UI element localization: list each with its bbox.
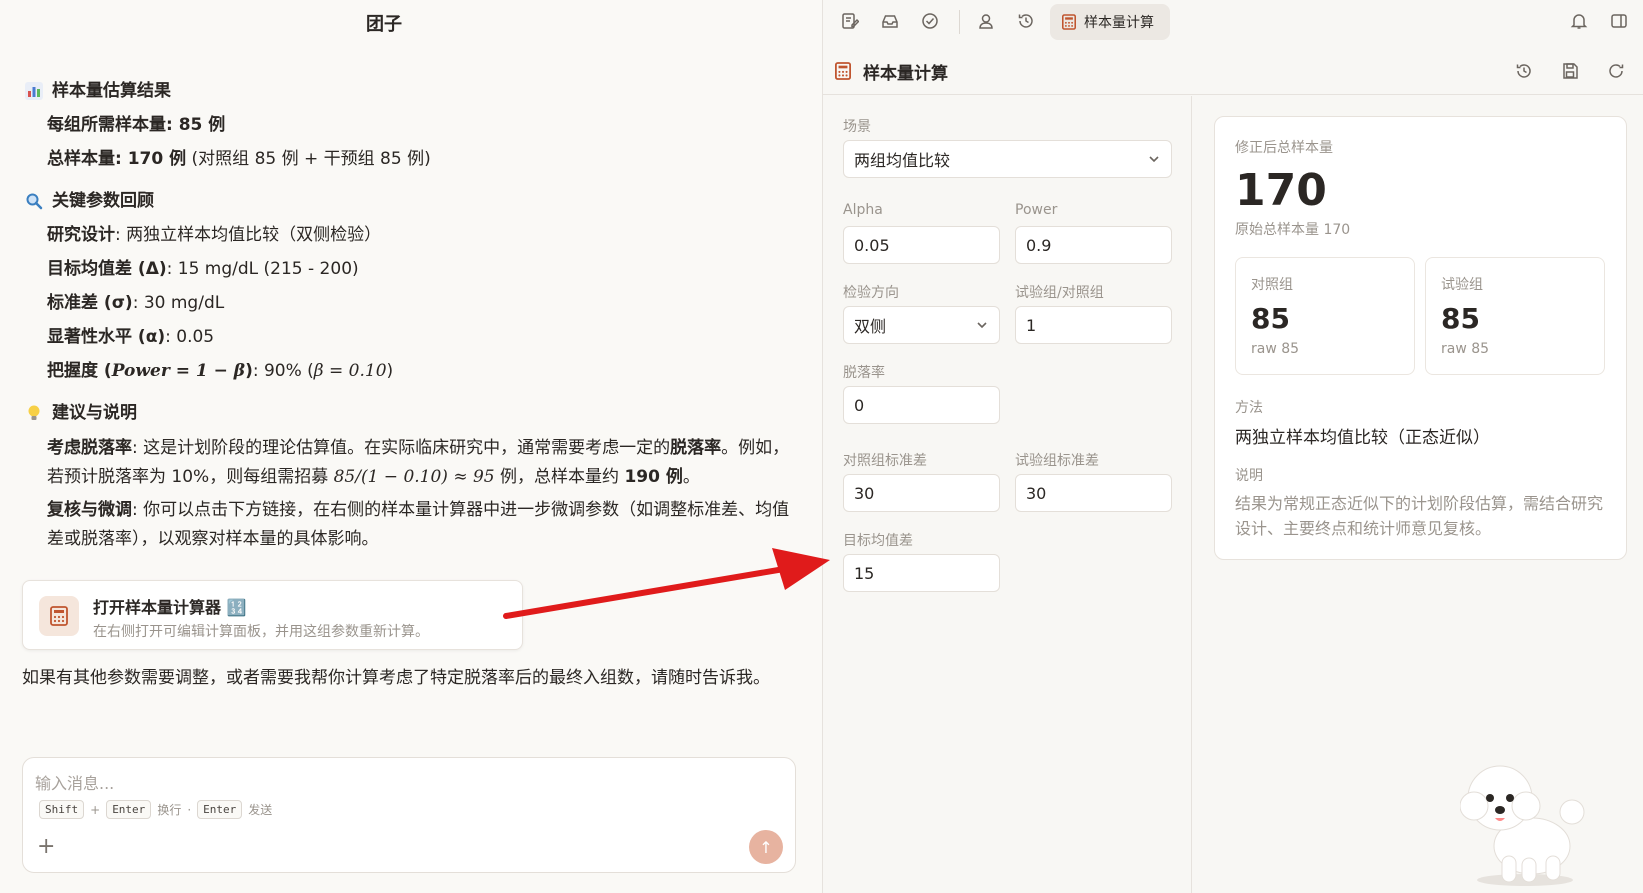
dropout-input[interactable]: 0: [843, 386, 1000, 424]
scenario-label: 场景: [843, 119, 871, 135]
inbox-icon[interactable]: [879, 10, 901, 32]
dropout-label: 脱落率: [843, 365, 885, 381]
magnifier-icon: [24, 191, 44, 211]
lightbulb-icon: [24, 403, 44, 423]
corrected-total-label: 修正后总样本量: [1235, 140, 1333, 156]
list-item: 研究设计: 两独立样本均值比较（双侧检验）: [47, 225, 382, 245]
section-heading-result: 样本量估算结果: [24, 74, 794, 108]
open-calculator-card[interactable]: 打开样本量计算器 🔢 在右侧打开可编辑计算面板，并用这组参数重新计算。: [22, 580, 523, 650]
list-item: 目标均值差 (Δ): 15 mg/dL (215 - 200): [47, 259, 359, 279]
chevron-down-icon: [975, 318, 989, 332]
control-group-card: 对照组 85 raw 85: [1235, 257, 1415, 375]
edit-note-icon[interactable]: [839, 10, 861, 32]
list-item: 总样本量: 170 例 (对照组 85 例 + 干预组 85 例): [47, 149, 431, 169]
poodle-mascot-image: [1460, 748, 1590, 888]
card-subtitle: 在右侧打开可编辑计算面板，并用这组参数重新计算。: [93, 624, 429, 640]
check-circle-icon[interactable]: [919, 10, 941, 32]
calculator-icon: [835, 62, 851, 80]
list-item: 复核与微调: 你可以点击下方链接，在右侧的样本量计算器中进一步微调参数（如调整标…: [47, 500, 790, 549]
target-diff-input[interactable]: 15: [843, 554, 1000, 592]
scenario-select[interactable]: 两组均值比较: [843, 140, 1172, 178]
bell-icon[interactable]: [1568, 10, 1590, 32]
card-title: 打开样本量计算器 🔢: [93, 598, 247, 617]
control-sd-label: 对照组标准差: [843, 453, 927, 469]
tab-label: 样本量计算: [1084, 15, 1154, 31]
list-item: 显著性水平 (α): 0.05: [47, 327, 215, 347]
calculator-icon: [1062, 14, 1076, 30]
section-title: 关键参数回顾: [52, 191, 154, 211]
history-icon[interactable]: [1513, 60, 1535, 82]
list-item: 标准差 (σ): 30 mg/dL: [47, 293, 225, 313]
sidebar-toggle-icon[interactable]: [1608, 10, 1630, 32]
chat-title: 团子: [366, 14, 402, 35]
assistant-message: 样本量估算结果 每组所需样本量: 85 例 总样本量: 170 例 (对照组 8…: [24, 70, 794, 554]
note-label: 说明: [1235, 468, 1263, 484]
list-item: 把握度 (Power = 1 − β): 90% (β = 0.10): [47, 361, 394, 381]
method-value: 两独立样本均值比较（正态近似）: [1235, 428, 1490, 448]
save-icon[interactable]: [1559, 60, 1581, 82]
result-card: 修正后总样本量 170 原始总样本量 170 对照组 85 raw 85 试验组…: [1214, 116, 1627, 560]
power-label: Power: [1015, 202, 1058, 218]
section-heading-params: 关键参数回顾: [24, 184, 794, 218]
control-sd-input[interactable]: 30: [843, 474, 1000, 512]
panel-title: 样本量计算: [863, 64, 948, 84]
message-input[interactable]: 输入消息...: [35, 770, 114, 794]
ratio-label: 试验组/对照组: [1015, 285, 1104, 301]
chevron-down-icon: [1147, 152, 1161, 166]
add-attachment-button[interactable]: +: [37, 834, 55, 859]
section-title: 样本量估算结果: [52, 81, 171, 101]
bar-chart-icon: [24, 81, 44, 101]
panel-toolbar: 样本量计算: [823, 0, 1643, 44]
note-value: 结果为常规正态近似下的计划阶段估算，需结合研究设计、主要终点和统计师意见复核。: [1235, 494, 1604, 538]
message-composer[interactable]: 输入消息... Shift + Enter 换行 · Enter 发送 + ↑: [22, 757, 796, 873]
reset-icon[interactable]: [1605, 60, 1627, 82]
chat-pane: 团子 样本量估算结果 每组所需样本量: 85 例 总样本量: 170 例 (对照…: [0, 0, 822, 893]
section-heading-advice: 建议与说明: [24, 396, 794, 430]
section-title: 建议与说明: [52, 403, 137, 423]
target-diff-label: 目标均值差: [843, 533, 913, 549]
raw-total-text: 原始总样本量 170: [1235, 222, 1351, 238]
trial-sd-label: 试验组标准差: [1015, 453, 1099, 469]
panel-header: 样本量计算: [823, 51, 1643, 95]
alpha-input[interactable]: 0.05: [843, 226, 1000, 264]
toolbar-divider: [959, 10, 960, 34]
list-item: 考虑脱落率: 这是计划阶段的理论估算值。在实际临床研究中，通常需要考虑一定的脱落…: [47, 438, 790, 487]
enter-key: Enter: [106, 800, 152, 819]
ratio-input[interactable]: 1: [1015, 306, 1172, 344]
enter-key: Enter: [197, 800, 243, 819]
followup-text: 如果有其他参数需要调整，或者需要我帮你计算考虑了特定脱落率后的最终入组数，请随时…: [22, 668, 770, 688]
list-item: 每组所需样本量: 85 例: [47, 115, 226, 135]
alpha-label: Alpha: [843, 202, 883, 218]
power-input[interactable]: 0.9: [1015, 226, 1172, 264]
history-icon[interactable]: [1015, 10, 1037, 32]
direction-label: 检验方向: [843, 285, 899, 301]
tab-sample-size[interactable]: 样本量计算: [1050, 4, 1170, 40]
trial-group-card: 试验组 85 raw 85: [1425, 257, 1605, 375]
method-label: 方法: [1235, 400, 1263, 416]
calculator-icon: [39, 596, 79, 636]
direction-select[interactable]: 双侧: [843, 306, 1000, 344]
shortcut-hint: Shift + Enter 换行 · Enter 发送: [39, 800, 272, 819]
trial-sd-input[interactable]: 30: [1015, 474, 1172, 512]
shift-key: Shift: [39, 800, 85, 819]
parameter-form: 场景 两组均值比较 Alpha 0.05 Power 0.9 检验方向 双侧 试…: [823, 96, 1192, 893]
send-button[interactable]: ↑: [749, 830, 783, 864]
person-icon[interactable]: [975, 10, 997, 32]
corrected-total-value: 170: [1235, 165, 1327, 216]
